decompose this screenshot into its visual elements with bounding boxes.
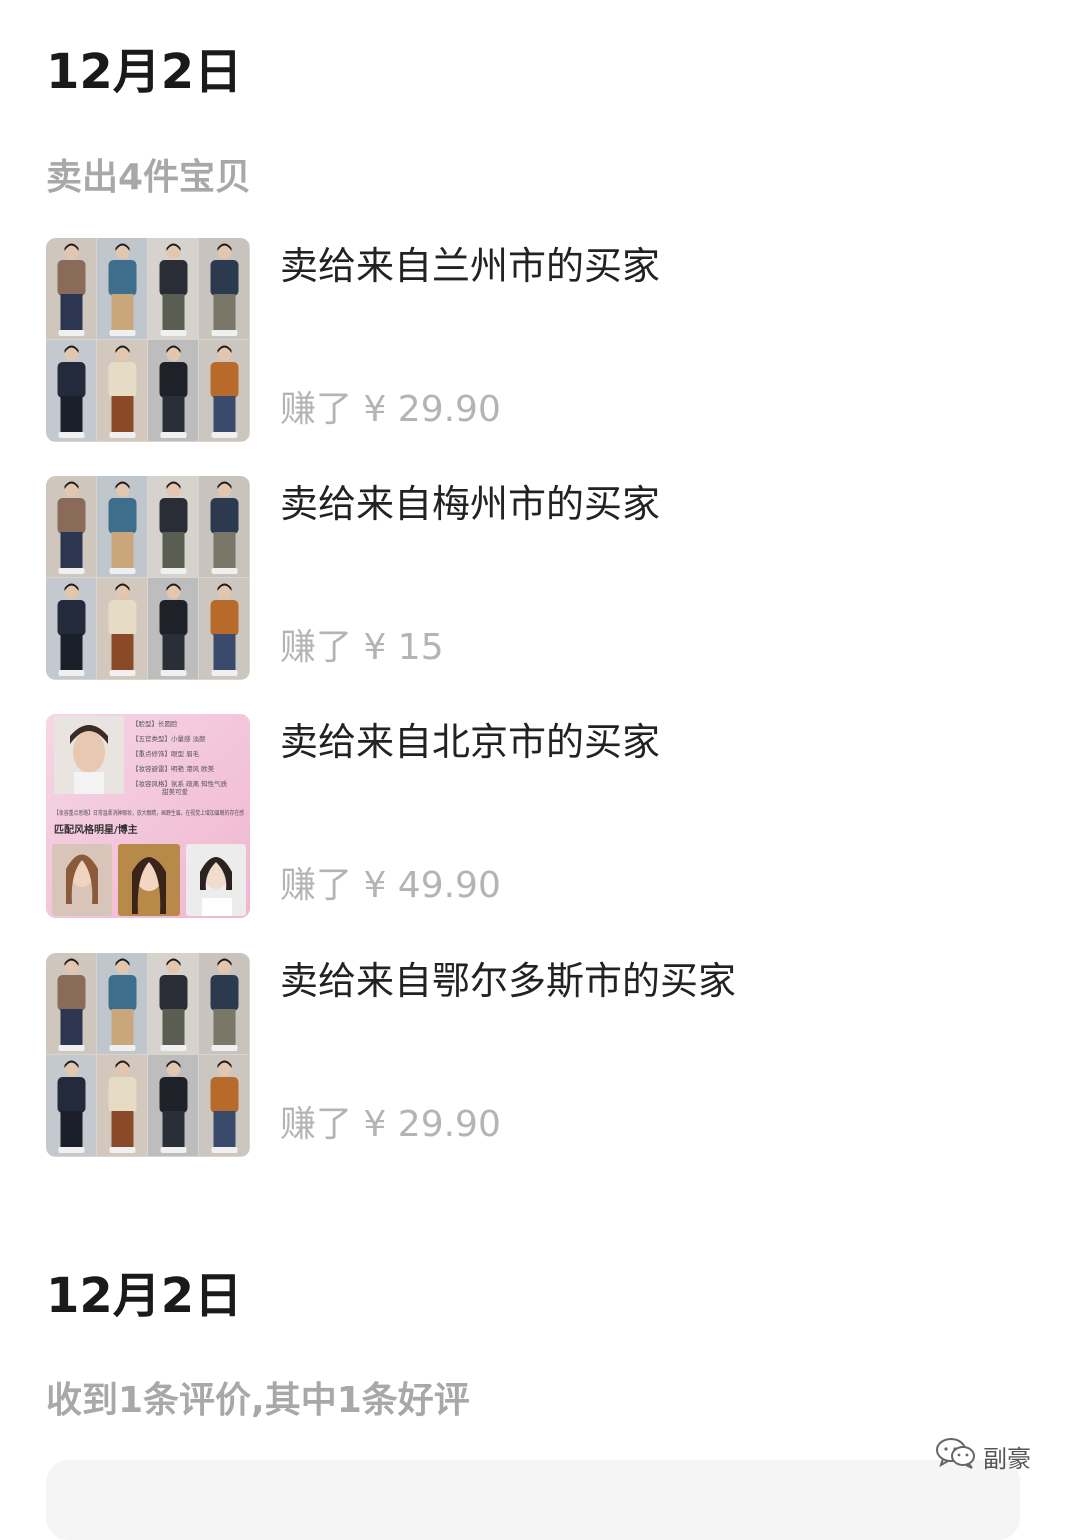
sale-item[interactable]: 卖给来自梅州市的买家 赚了 ¥ 15 [46, 476, 1006, 682]
outfit-photo [46, 953, 96, 1054]
outfit-photo [199, 238, 249, 339]
outfit-photo [97, 340, 147, 441]
sale-title: 卖给来自鄂尔多斯市的买家 [280, 959, 737, 1003]
outfit-photo [46, 1055, 96, 1156]
sale-earnings: 赚了 ¥ 29.90 [280, 1104, 501, 1145]
outfit-photo [148, 953, 198, 1054]
outfit-photo [46, 578, 96, 679]
sale-item[interactable]: 卖给来自兰州市的买家 赚了 ¥ 29.90 [46, 238, 1006, 444]
outfit-photo [199, 953, 249, 1054]
outfit-grid-thumbnail[interactable] [46, 953, 250, 1157]
sale-item[interactable]: 卖给来自鄂尔多斯市的买家 赚了 ¥ 29.90 [46, 953, 1006, 1159]
outfit-photo [97, 578, 147, 679]
section-date: 12月2日 [46, 44, 243, 100]
sale-earnings: 赚了 ¥ 29.90 [280, 389, 501, 430]
outfit-grid-graphic [46, 476, 249, 679]
outfit-grid-thumbnail[interactable] [46, 476, 250, 680]
outfit-photo [148, 476, 198, 577]
wechat-icon [935, 1437, 977, 1475]
outfit-grid-graphic [46, 238, 249, 441]
outfit-photo [46, 476, 96, 577]
sale-title: 卖给来自梅州市的买家 [280, 482, 661, 526]
makeup-text-line: 【脸型】长圆脸 [132, 719, 178, 728]
watermark: 副豪 [935, 1437, 1031, 1475]
outfit-photo [199, 340, 249, 441]
sale-earnings: 赚了 ¥ 49.90 [280, 865, 501, 906]
makeup-analysis-thumbnail[interactable]: 【脸型】长圆脸 【五官类型】小量感 淡颜 【重点修饰】眼型 眉毛 【妆容避雷】明… [46, 714, 250, 918]
outfit-grid-thumbnail[interactable] [46, 238, 250, 442]
makeup-thumbnail-graphic: 【脸型】长圆脸 【五官类型】小量感 淡颜 【重点修饰】眼型 眉毛 【妆容避雷】明… [46, 714, 250, 918]
match-style-label: 匹配风格明星/博主 [54, 823, 138, 836]
sale-title: 卖给来自兰州市的买家 [280, 244, 661, 288]
outfit-photo [97, 953, 147, 1054]
outfit-grid-graphic [46, 953, 249, 1156]
section-summary: 收到1条评价,其中1条好评 [46, 1380, 470, 1421]
outfit-photo [148, 238, 198, 339]
outfit-photo [46, 340, 96, 441]
makeup-text-line: 【妆容避雷】明艳 港风 欧美 [132, 764, 215, 773]
makeup-text-line: 甜美可爱 [162, 787, 189, 796]
outfit-photo [199, 578, 249, 679]
makeup-text-line: 【重点修饰】眼型 眉毛 [132, 749, 200, 758]
outfit-photo [148, 1055, 198, 1156]
makeup-tip: 【妆容重点思路】日常温柔消肿眼妆，放大眼睛，画野生眉，在视觉上增加眉眼的存在感 [54, 809, 244, 817]
watermark-label: 副豪 [983, 1444, 1031, 1473]
outfit-photo [148, 340, 198, 441]
makeup-text-line: 【五官类型】小量感 淡颜 [132, 734, 206, 743]
makeup-text-line: 【妆容风格】氛系 疏离 知性气质 [132, 779, 228, 788]
section-summary: 卖出4件宝贝 [46, 157, 252, 198]
outfit-photo [199, 1055, 249, 1156]
outfit-photo [97, 476, 147, 577]
outfit-photo [97, 1055, 147, 1156]
outfit-photo [199, 476, 249, 577]
outfit-photo [46, 238, 96, 339]
outfit-photo [148, 578, 198, 679]
review-card[interactable] [46, 1460, 1020, 1540]
outfit-photo [97, 238, 147, 339]
sale-item[interactable]: 【脸型】长圆脸 【五官类型】小量感 淡颜 【重点修饰】眼型 眉毛 【妆容避雷】明… [46, 714, 1006, 920]
sale-earnings: 赚了 ¥ 15 [280, 627, 444, 668]
sale-title: 卖给来自北京市的买家 [280, 720, 661, 764]
section-date: 12月2日 [46, 1268, 243, 1324]
